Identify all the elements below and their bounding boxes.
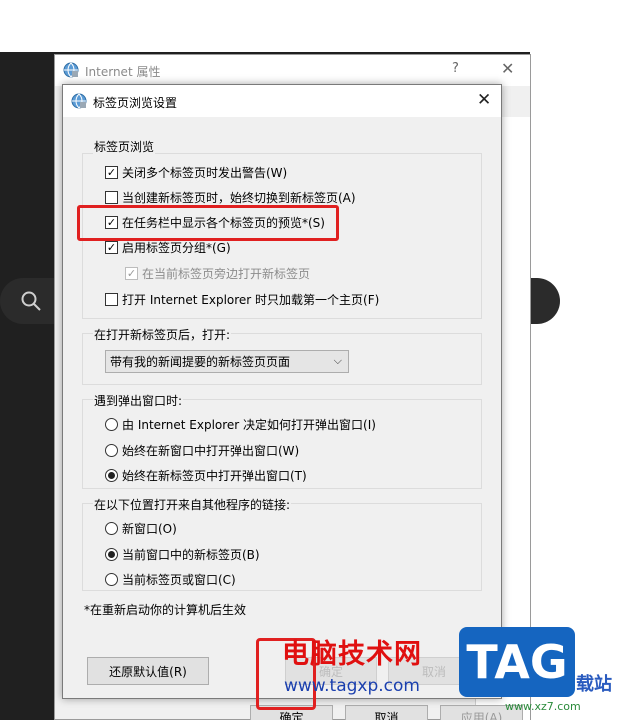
- dialog-title: 标签页浏览设置: [93, 96, 178, 110]
- ie-close-button[interactable]: ✕: [501, 59, 514, 78]
- background-right-area: [530, 0, 625, 720]
- option-label: 当前窗口中的新标签页(B): [122, 547, 260, 562]
- group-links-legend: 在以下位置打开来自其他程序的链接:: [93, 496, 292, 513]
- restore-defaults-button[interactable]: 还原默认值(R): [87, 657, 209, 685]
- checkbox-unchecked-icon[interactable]: [105, 292, 118, 306]
- ie-titlebar: Internet 属性 ? ✕: [55, 55, 530, 86]
- option-open-next-to-current: ✓ 在当前标签页旁边打开新标签页: [125, 264, 310, 282]
- option-label: 当前标签页或窗口(C): [122, 572, 236, 587]
- search-icon: [21, 291, 41, 311]
- radio-unselected-icon[interactable]: [105, 521, 118, 535]
- option-label: 当创建新标签页时，始终切换到新标签页(A): [122, 190, 356, 205]
- watermark-main-text: 电脑技术网: [282, 639, 422, 670]
- watermark-tag-logo: TAG: [459, 627, 575, 697]
- ie-window-title: Internet 属性: [85, 65, 161, 79]
- internet-options-icon: [63, 62, 79, 78]
- option-link-new-tab[interactable]: 当前窗口中的新标签页(B): [105, 545, 260, 563]
- checkbox-disabled-checked-icon: ✓: [125, 266, 138, 280]
- group-tab-browsing-legend: 标签页浏览: [93, 138, 156, 155]
- option-label: 在当前标签页旁边打开新标签页: [142, 266, 311, 281]
- option-label: 启用标签页分组*(G): [122, 240, 231, 255]
- option-label: 关闭多个标签页时发出警告(W): [122, 165, 288, 180]
- chevron-down-icon: ⌵: [333, 354, 342, 367]
- option-label: 打开 Internet Explorer 时只加载第一个主页(F): [122, 292, 380, 307]
- option-label: 由 Internet Explorer 决定如何打开弹出窗口(I): [122, 417, 376, 432]
- watermark-side-text: 载站: [576, 674, 612, 695]
- checkbox-checked-icon[interactable]: ✓: [105, 240, 118, 254]
- radio-unselected-icon[interactable]: [105, 417, 118, 431]
- option-link-current-tab[interactable]: 当前标签页或窗口(C): [105, 570, 236, 588]
- option-load-first-homepage[interactable]: 打开 Internet Explorer 时只加载第一个主页(F): [105, 290, 379, 308]
- option-popup-ie-decides[interactable]: 由 Internet Explorer 决定如何打开弹出窗口(I): [105, 415, 376, 433]
- option-label: 新窗口(O): [122, 521, 177, 536]
- option-label: 始终在新标签页中打开弹出窗口(T): [122, 468, 307, 483]
- option-popup-new-window[interactable]: 始终在新窗口中打开弹出窗口(W): [105, 441, 299, 459]
- radio-unselected-icon[interactable]: [105, 572, 118, 586]
- watermark-small-url: www.xz7.com: [505, 700, 581, 713]
- dialog-close-button[interactable]: ✕: [477, 90, 491, 110]
- highlight-box: [77, 205, 339, 241]
- radio-selected-icon[interactable]: [105, 547, 118, 561]
- group-new-tab-legend: 在打开新标签页后，打开:: [93, 326, 232, 343]
- option-switch-new-tab[interactable]: 当创建新标签页时，始终切换到新标签页(A): [105, 188, 356, 206]
- watermark-url: www.tagxp.com: [284, 676, 420, 696]
- option-popup-new-tab[interactable]: 始终在新标签页中打开弹出窗口(T): [105, 466, 307, 484]
- restart-note: *在重新启动你的计算机后生效: [84, 603, 247, 617]
- radio-selected-icon[interactable]: [105, 468, 118, 482]
- new-tab-select[interactable]: 带有我的新闻提要的新标签页页面 ⌵: [105, 350, 349, 373]
- option-link-new-window[interactable]: 新窗口(O): [105, 519, 177, 537]
- internet-options-icon: [71, 93, 87, 109]
- help-button[interactable]: ?: [452, 61, 459, 76]
- group-popup-legend: 遇到弹出窗口时:: [93, 392, 184, 409]
- ie-cancel-button[interactable]: 取消: [345, 705, 428, 720]
- option-warn-close-tabs[interactable]: ✓ 关闭多个标签页时发出警告(W): [105, 163, 287, 181]
- dialog-titlebar: 标签页浏览设置 ✕: [63, 85, 501, 117]
- checkbox-checked-icon[interactable]: ✓: [105, 165, 118, 179]
- checkbox-unchecked-icon[interactable]: [105, 190, 118, 204]
- new-tab-select-value: 带有我的新闻提要的新标签页页面: [110, 355, 291, 369]
- watermark-tag-text: TAG: [466, 635, 568, 689]
- radio-unselected-icon[interactable]: [105, 443, 118, 457]
- option-label: 始终在新窗口中打开弹出窗口(W): [122, 443, 300, 458]
- tab-browsing-settings-dialog: 标签页浏览设置 ✕ 标签页浏览 ✓ 关闭多个标签页时发出警告(W) 当创建新标签…: [62, 84, 502, 699]
